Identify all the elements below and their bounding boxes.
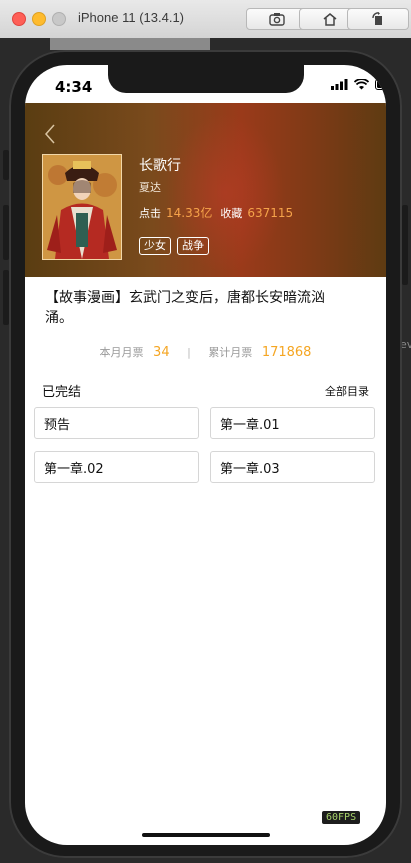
fps-counter: 60FPS	[322, 811, 361, 824]
wifi-icon	[354, 79, 369, 90]
tag-shaonv[interactable]: 少女	[139, 237, 171, 255]
simulator-toolbar: iPhone 11 (13.4.1)	[0, 0, 411, 39]
comic-stats: 点击 14.33亿 收藏 637115	[139, 204, 293, 221]
monthly-tickets: 本月月票 34 | 累计月票 171868	[25, 344, 386, 360]
chapter-button-preview[interactable]: 预告	[34, 407, 199, 439]
signal-icon	[331, 79, 348, 90]
favorites-label: 收藏	[220, 207, 243, 220]
monthly-ticket-label: 本月月票	[99, 346, 144, 359]
cover-illustration	[43, 155, 121, 259]
comic-tags: 少女 战争	[139, 237, 209, 255]
zoom-window-button[interactable]	[52, 12, 66, 26]
back-chevron-icon[interactable]	[43, 123, 57, 145]
status-time: 4:34	[55, 78, 93, 96]
screenshot-icon	[269, 13, 285, 26]
comic-description: 【故事漫画】玄武门之变后，唐都长安暗流汹涌。	[45, 290, 325, 326]
comic-title: 长歌行	[139, 158, 181, 174]
ticket-separator: |	[187, 346, 191, 359]
total-ticket-count: 171868	[261, 345, 312, 360]
status-icons	[331, 79, 386, 90]
comic-cover[interactable]	[42, 154, 122, 260]
rotate-icon	[372, 12, 382, 25]
simulator-title: iPhone 11 (13.4.1)	[78, 10, 184, 25]
chapter-button-1-01[interactable]: 第一章.01	[210, 407, 375, 439]
tag-zhanzheng[interactable]: 战争	[177, 237, 209, 255]
chapter-button-1-02[interactable]: 第一章.02	[34, 451, 199, 483]
side-button	[402, 205, 408, 285]
all-chapters-link[interactable]: 全部目录	[325, 383, 369, 399]
notch	[108, 65, 304, 93]
volume-down-button	[3, 270, 9, 325]
monthly-ticket-count: 34	[153, 345, 170, 360]
clicks-count: 14.33亿	[166, 206, 213, 220]
completion-status: 已完结	[42, 385, 82, 400]
clicks-label: 点击	[139, 207, 161, 220]
desktop-window-strip	[50, 38, 210, 50]
volume-up-button	[3, 205, 9, 260]
mute-switch	[3, 150, 9, 180]
chapter-button-1-03[interactable]: 第一章.03	[210, 451, 375, 483]
minimize-window-button[interactable]	[32, 12, 46, 26]
comic-header: 长歌行 夏达 点击 14.33亿 收藏 637115 少女 战争	[25, 103, 386, 277]
favorites-count: 637115	[247, 206, 294, 220]
close-window-button[interactable]	[12, 12, 26, 26]
comic-author: 夏达	[139, 181, 161, 194]
battery-icon	[375, 79, 386, 90]
total-ticket-label: 累计月票	[208, 346, 253, 359]
rotate-button[interactable]	[347, 8, 409, 30]
home-indicator[interactable]	[142, 833, 270, 837]
phone-screen: 4:34 长歌行 夏达 点击 14.33亿 收藏 637115 少女 战争 【故…	[25, 65, 386, 845]
home-icon	[323, 13, 337, 26]
